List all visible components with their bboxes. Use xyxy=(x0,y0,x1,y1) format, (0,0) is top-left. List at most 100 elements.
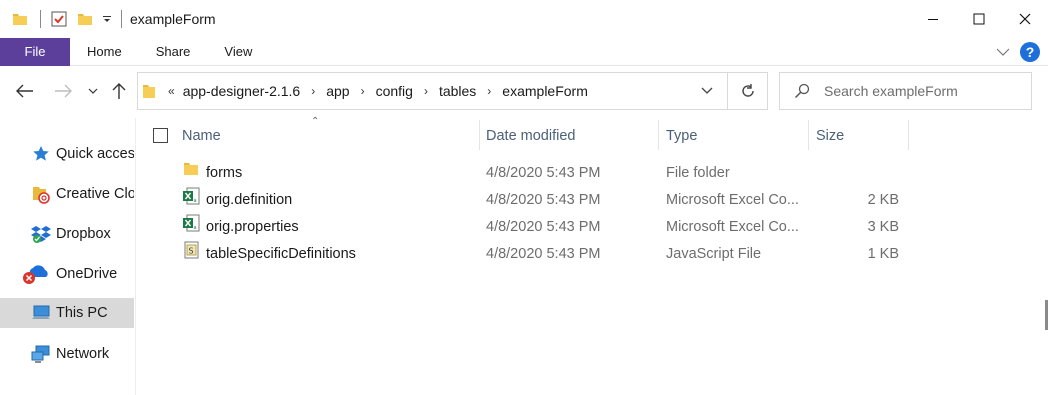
forward-button[interactable] xyxy=(51,78,75,104)
maximize-icon xyxy=(973,13,985,25)
search-box[interactable]: Search exampleForm xyxy=(779,72,1032,110)
javascript-file-icon: S xyxy=(181,240,201,260)
qat-separator xyxy=(40,10,41,28)
sidebar-item-quick-access[interactable]: Quick access xyxy=(0,139,134,169)
sidebar-item-dropbox[interactable]: Dropbox xyxy=(0,219,134,249)
qat-dropdown-icon[interactable] xyxy=(101,9,113,29)
sidebar-item-onedrive[interactable]: OneDrive xyxy=(0,259,134,289)
tab-file[interactable]: File xyxy=(0,37,70,66)
chevron-right-icon[interactable]: › xyxy=(311,84,315,98)
file-size xyxy=(816,159,899,186)
file-name: tableSpecificDefinitions xyxy=(206,245,356,262)
sidebar-item-label: Network xyxy=(56,346,110,362)
breadcrumb-item[interactable]: exampleForm xyxy=(502,83,588,99)
address-bar[interactable]: « app-designer-2.1.6 › app › config › ta… xyxy=(137,72,768,110)
tab-view[interactable]: View xyxy=(207,38,269,66)
expand-ribbon-icon[interactable] xyxy=(996,44,1010,60)
recent-locations-button[interactable] xyxy=(83,78,103,104)
window-title: exampleForm xyxy=(130,11,216,27)
column-header-date[interactable]: Date modified xyxy=(486,118,575,154)
file-date: 4/8/2020 5:43 PM xyxy=(486,191,601,208)
up-arrow-icon xyxy=(112,83,126,99)
breadcrumb-overflow[interactable]: « xyxy=(168,84,175,98)
address-dropdown-button[interactable] xyxy=(687,73,727,109)
sidebar-item-label: OneDrive xyxy=(56,266,118,282)
navigation-pane: Quick access Creative Cloud Files Dropbo… xyxy=(0,118,136,395)
select-all-checkbox[interactable] xyxy=(153,128,168,143)
tab-share[interactable]: Share xyxy=(139,38,208,66)
window-controls xyxy=(910,0,1048,38)
dropbox-icon xyxy=(30,223,52,245)
title-separator xyxy=(121,10,122,28)
file-type: JavaScript File xyxy=(666,245,762,262)
chevron-down-icon xyxy=(88,88,98,94)
folder-icon xyxy=(142,83,156,99)
help-button[interactable]: ? xyxy=(1020,42,1040,62)
sidebar-item-network[interactable]: Network xyxy=(0,339,134,369)
sidebar-item-label: Creative Cloud Files xyxy=(56,186,134,202)
breadcrumb-item[interactable]: tables xyxy=(439,83,476,99)
column-divider[interactable] xyxy=(479,120,480,150)
file-size: 3 KB xyxy=(867,218,899,235)
chevron-right-icon[interactable]: › xyxy=(361,84,365,98)
folder-icon xyxy=(10,9,30,29)
column-divider[interactable] xyxy=(808,120,809,150)
chevron-right-icon[interactable]: › xyxy=(424,84,428,98)
computer-icon xyxy=(30,302,52,324)
onedrive-icon xyxy=(22,263,52,285)
file-date: 4/8/2020 5:43 PM xyxy=(486,164,601,181)
refresh-icon xyxy=(741,84,754,97)
file-list: ⌃ Name Date modified Type Size forms 4/8… xyxy=(137,116,1048,395)
properties-checkbox-icon[interactable] xyxy=(49,9,69,29)
chevron-down-icon xyxy=(701,87,713,94)
sidebar-item-label: This PC xyxy=(56,305,108,321)
table-row[interactable]: S tableSpecificDefinitions 4/8/2020 5:43… xyxy=(137,240,1048,267)
file-size: 2 KB xyxy=(867,191,899,208)
column-header-row: ⌃ Name Date modified Type Size xyxy=(137,116,1048,154)
creative-cloud-icon xyxy=(30,183,52,205)
file-type: File folder xyxy=(666,164,730,181)
maximize-button[interactable] xyxy=(956,0,1002,38)
table-row[interactable]: a orig.properties 4/8/2020 5:43 PM Micro… xyxy=(137,213,1048,240)
table-row[interactable]: a orig.definition 4/8/2020 5:43 PM Micro… xyxy=(137,186,1048,213)
file-date: 4/8/2020 5:43 PM xyxy=(486,245,601,262)
file-name: forms xyxy=(206,164,243,181)
close-icon xyxy=(1019,13,1031,25)
chevron-right-icon[interactable]: › xyxy=(487,84,491,98)
sidebar-item-this-pc[interactable]: This PC xyxy=(0,298,134,328)
ribbon-tabs: File Home Share View ? xyxy=(0,37,1048,66)
file-size: 1 KB xyxy=(867,245,899,262)
breadcrumb: « app-designer-2.1.6 › app › config › ta… xyxy=(138,73,687,109)
breadcrumb-item[interactable]: app xyxy=(326,83,349,99)
file-name: orig.properties xyxy=(206,218,299,235)
excel-csv-icon: a xyxy=(181,213,201,233)
sidebar-item-label: Quick access xyxy=(56,146,134,162)
forward-arrow-icon xyxy=(55,84,72,98)
refresh-button[interactable] xyxy=(727,73,767,109)
column-header-size[interactable]: Size xyxy=(816,118,844,154)
breadcrumb-item[interactable]: app-designer-2.1.6 xyxy=(183,83,301,99)
file-date: 4/8/2020 5:43 PM xyxy=(486,218,601,235)
up-button[interactable] xyxy=(107,78,131,104)
file-type: Microsoft Excel Co... xyxy=(666,191,799,208)
sort-ascending-icon: ⌃ xyxy=(311,116,320,127)
svg-text:a: a xyxy=(194,198,197,204)
back-button[interactable] xyxy=(13,78,37,104)
sidebar-item-creative-cloud[interactable]: Creative Cloud Files xyxy=(0,179,134,209)
back-arrow-icon xyxy=(16,84,33,98)
column-divider[interactable] xyxy=(908,120,909,150)
network-icon xyxy=(30,343,52,365)
search-input[interactable]: Search exampleForm xyxy=(824,83,958,99)
column-header-name[interactable]: Name xyxy=(182,118,221,154)
column-divider[interactable] xyxy=(658,120,659,150)
minimize-button[interactable] xyxy=(910,0,956,38)
sidebar-item-label: Dropbox xyxy=(56,226,111,242)
breadcrumb-item[interactable]: config xyxy=(376,83,413,99)
new-folder-icon[interactable] xyxy=(75,9,95,29)
tab-home[interactable]: Home xyxy=(70,38,139,66)
svg-text:a: a xyxy=(194,225,197,231)
column-header-type[interactable]: Type xyxy=(666,118,697,154)
table-row[interactable]: forms 4/8/2020 5:43 PM File folder xyxy=(137,159,1048,186)
close-button[interactable] xyxy=(1002,0,1048,38)
search-icon xyxy=(794,83,810,99)
